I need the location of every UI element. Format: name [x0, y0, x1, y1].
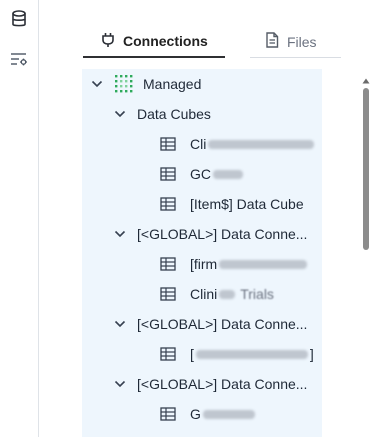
chevron-down-icon[interactable] — [113, 227, 127, 241]
obscured-text — [202, 409, 255, 419]
scroll-up-arrow-icon[interactable] — [362, 72, 370, 84]
tab-files[interactable]: Files — [250, 26, 341, 58]
tree-item-label: GC — [190, 166, 211, 182]
table-icon — [160, 407, 176, 421]
tree-item-label-tail: ] — [309, 346, 314, 362]
chevron-down-icon[interactable] — [113, 107, 127, 121]
tree-item-label: [Item$] Data Cube — [190, 196, 304, 212]
tree-item[interactable]: [firm — [160, 249, 308, 279]
tree-item-label-tail: Trials — [240, 286, 274, 302]
database-icon[interactable] — [10, 10, 28, 28]
tab-connections-label: Connections — [123, 33, 208, 49]
plug-icon — [101, 32, 115, 51]
chevron-down-icon[interactable] — [90, 77, 104, 91]
panel-tabs: Connections Files — [83, 26, 341, 60]
tree-item-label: G — [190, 406, 201, 422]
tree-item[interactable]: Cli — [160, 129, 315, 159]
left-rail — [0, 0, 39, 437]
tree-root-managed[interactable]: Managed — [90, 69, 201, 99]
tab-connections[interactable]: Connections — [83, 26, 225, 58]
tree-group-label: Data Cubes — [137, 106, 211, 122]
tree-item[interactable]: G — [160, 399, 255, 429]
tree-item[interactable]: Clini Trials — [160, 279, 274, 309]
tree-item-label: [ — [190, 346, 194, 362]
connections-tree: Managed Data Cubes Cli GC [Item$] Data C… — [82, 69, 322, 437]
chevron-down-icon[interactable] — [113, 377, 127, 391]
obscured-text — [213, 169, 243, 179]
obscured-text — [219, 289, 236, 299]
filter-settings-icon[interactable] — [10, 50, 28, 68]
table-icon — [160, 167, 176, 181]
table-icon — [160, 257, 176, 271]
tree-item-label: Cli — [190, 136, 207, 152]
table-icon — [160, 347, 176, 361]
tree-item[interactable]: [ ] — [160, 339, 314, 369]
tree-item-label: [firm — [190, 256, 218, 272]
table-icon — [160, 287, 176, 301]
table-icon — [160, 197, 176, 211]
obscured-text — [219, 259, 308, 269]
tree-group-label: [<GLOBAL>] Data Conne... — [137, 376, 308, 392]
tree-item[interactable]: [Item$] Data Cube — [160, 189, 304, 219]
tab-files-label: Files — [287, 33, 317, 50]
vertical-scrollbar[interactable] — [363, 88, 369, 250]
tree-group-label: [<GLOBAL>] Data Conne... — [137, 226, 308, 242]
tree-item[interactable]: GC — [160, 159, 243, 189]
tree-item-label: Clini — [190, 286, 218, 302]
obscured-text — [195, 349, 308, 359]
managed-grid-icon — [114, 74, 134, 94]
tree-root-label: Managed — [143, 76, 202, 92]
tree-group-global-connection[interactable]: [<GLOBAL>] Data Conne... — [113, 309, 307, 339]
tree-group-global-connection[interactable]: [<GLOBAL>] Data Conne... — [113, 219, 307, 249]
chevron-down-icon[interactable] — [113, 317, 127, 331]
obscured-text — [208, 139, 315, 149]
table-icon — [160, 137, 176, 151]
tree-group-data-cubes[interactable]: Data Cubes — [113, 99, 211, 129]
tree-group-label: [<GLOBAL>] Data Conne... — [137, 316, 308, 332]
file-icon — [265, 32, 279, 51]
tree-group-global-connection[interactable]: [<GLOBAL>] Data Conne... — [113, 369, 307, 399]
